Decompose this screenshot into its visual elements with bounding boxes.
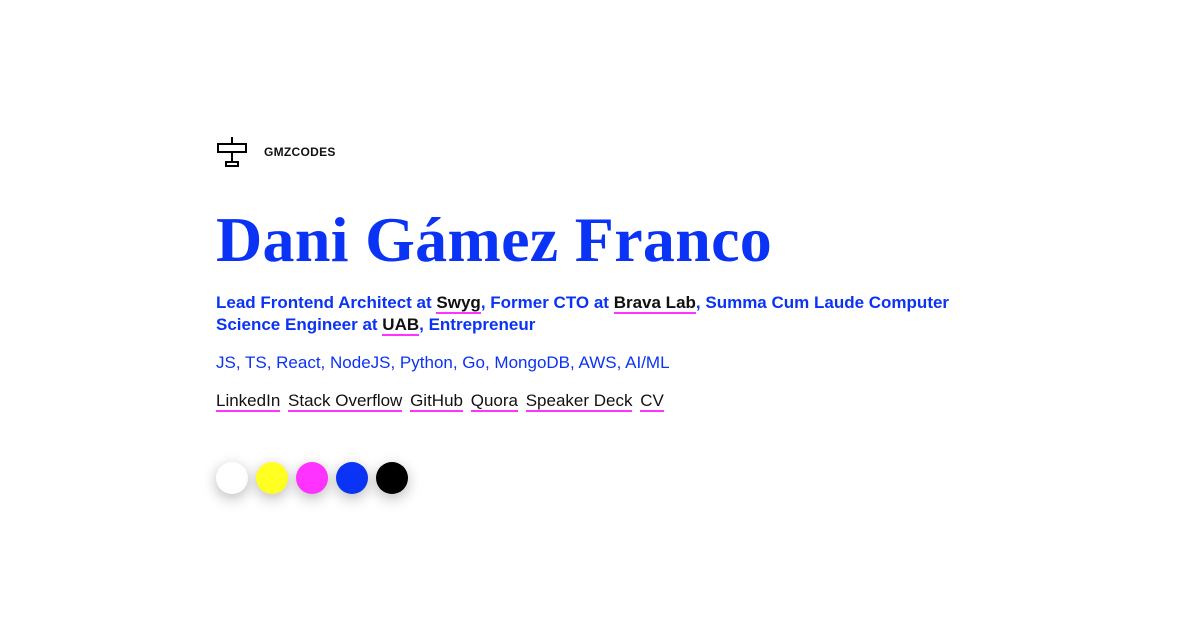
plane-icon (217, 137, 247, 167)
swatch-yellow[interactable] (256, 462, 288, 494)
bio-text-1: Lead Frontend Architect at (216, 293, 437, 312)
swatch-white[interactable] (216, 462, 248, 494)
linkedin-link[interactable]: LinkedIn (216, 391, 281, 412)
bio-text-2: , Former CTO at (480, 293, 614, 312)
swyg-link[interactable]: Swyg (436, 293, 481, 314)
brand[interactable]: GMZCODES (216, 136, 996, 168)
speaker-deck-link[interactable]: Speaker Deck (525, 391, 633, 412)
bio: Lead Frontend Architect at Swyg, Former … (216, 292, 976, 336)
swatch-magenta[interactable] (296, 462, 328, 494)
swatch-black[interactable] (376, 462, 408, 494)
brand-name: GMZCODES (264, 145, 336, 159)
social-links: LinkedIn Stack Overflow GitHub Quora Spe… (216, 390, 996, 412)
hero: GMZCODES Dani Gámez Franco Lead Frontend… (216, 136, 996, 494)
swatch-blue[interactable] (336, 462, 368, 494)
skills: JS, TS, React, NodeJS, Python, Go, Mongo… (216, 353, 670, 372)
cv-link[interactable]: CV (640, 391, 664, 412)
bio-text-4: , Entrepreneur (419, 315, 536, 334)
color-swatches (216, 462, 996, 494)
uab-link[interactable]: UAB (382, 315, 420, 336)
github-link[interactable]: GitHub (410, 391, 463, 412)
quora-link[interactable]: Quora (470, 391, 518, 412)
brava-lab-link[interactable]: Brava Lab (613, 293, 696, 314)
page-title: Dani Gámez Franco (216, 204, 773, 275)
stack-overflow-link[interactable]: Stack Overflow (288, 391, 403, 412)
